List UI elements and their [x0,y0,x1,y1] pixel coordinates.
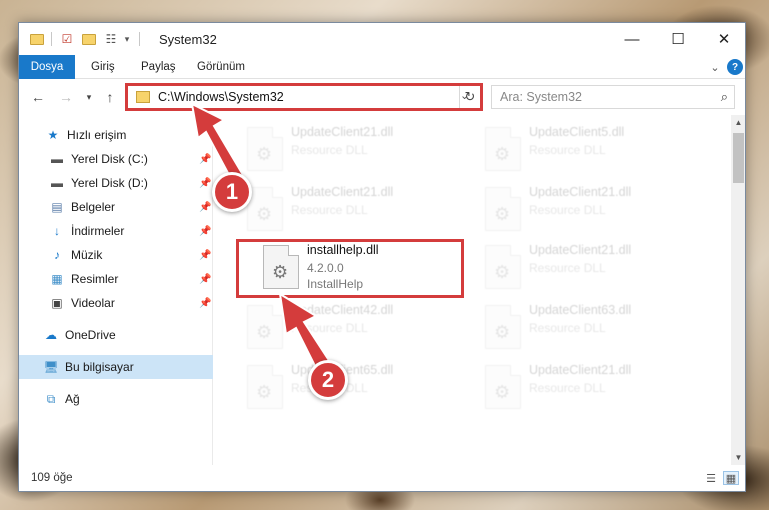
video-icon: ▣ [51,296,63,310]
sidebar-item-quick-access[interactable]: ★ Hızlı erişim [19,123,213,147]
pin-icon[interactable]: 📌 [199,226,211,237]
maximize-button[interactable]: ☐ [655,23,701,55]
sidebar-item-label: İndirmeler [71,224,125,238]
sidebar-item-label: OneDrive [65,328,116,342]
list-item[interactable]: ⚙ UpdateClient5.dll Resource DLL [481,121,709,177]
sidebar-item-label: Videolar [71,296,115,310]
up-button[interactable]: ↑ [101,88,119,106]
details-view-icon[interactable]: ☰ [703,471,719,485]
dll-file-icon: ⚙ [485,305,521,349]
sidebar-item-onedrive[interactable]: ☁ OneDrive [19,323,213,347]
pin-icon[interactable]: 📌 [199,202,211,213]
drive-icon: ▬ [51,176,63,190]
list-item[interactable]: ⚙ UpdateClient21.dll Resource DLL [481,181,709,237]
forward-button[interactable]: → [57,88,75,106]
minimize-button[interactable]: — [609,23,655,55]
sidebar-item-label: Ağ [65,392,80,406]
divider [51,32,52,46]
sidebar-item-label: Müzik [71,248,103,262]
ribbon-tabs: Dosya Giriş Paylaş Görünüm ⌄ ? [19,55,745,111]
help-icon[interactable]: ? [727,59,743,75]
star-icon: ★ [47,128,59,142]
scroll-up-icon[interactable]: ▲ [731,115,745,130]
navigation-pane: ★ Hızlı erişim ▬ Yerel Disk (C:) 📌 ▬ Yer… [19,115,213,465]
item-count: 109 öğe [31,472,73,484]
dll-file-icon: ⚙ [247,187,283,231]
dll-file-icon: ⚙ [485,127,521,171]
network-icon: ⧉ [46,391,56,406]
sidebar-item-label: Yerel Disk (D:) [71,176,148,190]
navigation-bar: ← → ▾ ↑ C:\Windows\System32 ⌄ ↻ Ara: Sys… [19,79,745,115]
list-item[interactable]: ⚙ UpdateClient21.dll Resource DLL [481,239,709,295]
expand-ribbon-icon[interactable]: ⌄ [707,59,723,75]
recent-locations-button[interactable]: ▾ [83,88,95,106]
scroll-down-icon[interactable]: ▼ [731,450,745,465]
chevron-down-icon[interactable]: ▾ [121,31,133,47]
sidebar-item-label: Yerel Disk (C:) [71,152,148,166]
sidebar-item-drive-c[interactable]: ▬ Yerel Disk (C:) 📌 [19,147,213,171]
dll-file-icon: ⚙ [247,127,283,171]
address-highlight-box [125,83,483,111]
sidebar-item-network[interactable]: ⧉ Ağ [19,387,213,411]
pictures-icon: ▦ [51,272,63,286]
sidebar-item-drive-d[interactable]: ▬ Yerel Disk (D:) 📌 [19,171,213,195]
dll-file-icon: ⚙ [247,365,283,409]
tab-view[interactable]: Görünüm [197,55,245,79]
dll-file-icon: ⚙ [485,245,521,289]
step-badge-2: 2 [308,360,348,400]
sidebar-item-label: Resimler [71,272,119,286]
close-button[interactable]: ✕ [701,23,745,55]
window-title: System32 [159,32,217,47]
list-item[interactable]: ⚙ UpdateClient63.dll Resource DLL [481,299,709,355]
list-item[interactable]: ⚙ UpdateClient21.dll Resource DLL [243,121,471,177]
tab-share[interactable]: Paylaş [141,55,176,79]
list-item[interactable]: ⚙ UpdateClient21.dll Resource DLL [243,181,471,237]
pin-icon[interactable]: 📌 [199,154,211,165]
dll-file-icon: ⚙ [485,365,521,409]
list-item[interactable]: ⚙ UpdateClient42.dll Resource DLL [243,299,471,355]
dll-file-icon: ⚙ [485,187,521,231]
pin-icon[interactable]: 📌 [199,250,211,261]
step-badge-1: 1 [212,172,252,212]
tab-home[interactable]: Giriş [91,55,115,79]
pin-icon[interactable]: 📌 [199,178,211,189]
large-icons-view-icon[interactable]: ▦ [723,471,739,485]
music-icon: ♪ [54,248,60,262]
scroll-thumb[interactable] [733,133,744,183]
cloud-icon: ☁ [45,328,57,342]
sidebar-item-label: Belgeler [71,200,116,214]
drive-icon: ▬ [51,152,63,166]
vertical-scrollbar[interactable]: ▲ ▼ [731,115,745,465]
divider [139,32,140,46]
search-input[interactable]: Ara: System32 [500,90,582,104]
list-item[interactable]: ⚙ UpdateClient65.dll Resource DLL [243,359,471,415]
document-icon: ▤ [51,200,63,214]
status-bar: 109 öğe ☰ ▦ [19,465,745,491]
new-folder-icon[interactable] [81,31,97,47]
search-box[interactable]: Ara: System32 ⌕ [491,85,735,109]
sidebar-item-label: Bu bilgisayar [65,360,134,374]
sidebar-item-videos[interactable]: ▣ Videolar 📌 [19,291,213,315]
sidebar-item-downloads[interactable]: ↓ İndirmeler 📌 [19,219,213,243]
sidebar-item-documents[interactable]: ▤ Belgeler 📌 [19,195,213,219]
pin-icon[interactable]: 📌 [199,274,211,285]
pin-icon[interactable]: 📌 [199,298,211,309]
back-button[interactable]: ← [29,88,47,106]
computer-icon: 🖥 [43,360,59,374]
folder-icon [29,31,45,47]
dll-file-icon: ⚙ [247,305,283,349]
title-bar: ☑ ☷ ▾ System32 — ☐ ✕ [19,23,745,55]
sidebar-item-this-pc[interactable]: 🖥 Bu bilgisayar [19,355,213,379]
sidebar-item-music[interactable]: ♪ Müzik 📌 [19,243,213,267]
properties-icon[interactable]: ☑ [59,31,75,47]
customize-toolbar-icon[interactable]: ☷ [103,31,119,47]
sidebar-item-pictures[interactable]: ▦ Resimler 📌 [19,267,213,291]
file-highlight-box [236,239,464,298]
download-icon: ↓ [54,224,60,238]
search-icon[interactable]: ⌕ [721,89,728,105]
list-item[interactable]: ⚙ UpdateClient21.dll Resource DLL [481,359,709,415]
sidebar-item-label: Hızlı erişim [67,128,127,142]
